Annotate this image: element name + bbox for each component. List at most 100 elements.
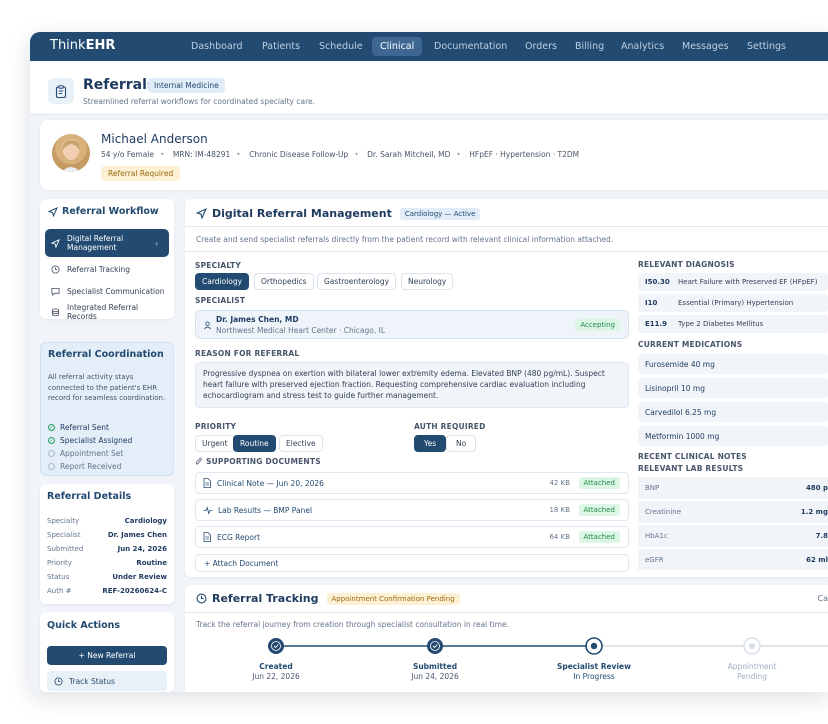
separator-dot: • [456,150,461,159]
divider [185,612,828,613]
document-status-badge: Attached [578,531,620,543]
referral-tracking-card: Referral Tracking Appointment Confirmati… [185,585,828,692]
patient-provider: Dr. Sarah Mitchell, MD [367,150,451,159]
workflow-title: Referral Workflow [62,206,159,217]
document-row[interactable]: Lab Results — BMP Panel 18 KB Attached [195,499,629,521]
priority-option-urgent[interactable]: Urgent [195,435,235,452]
nav-documentation[interactable]: Documentation [426,37,515,56]
document-status-badge: Attached [578,477,620,489]
app-window: ThinkEHR Dashboard Patients Schedule Cli… [30,32,828,692]
diagnosis-row: I10 Essential (Primary) Hypertension [638,294,828,312]
workflow-item-integrated-records[interactable]: Integrated Referral Records [45,303,169,321]
priority-option-elective[interactable]: Elective [279,435,323,452]
medication-row: Metformin 1000 mg [638,426,828,446]
specialist-location: Northwest Medical Heart Center · Chicago… [216,326,386,335]
timeline-step-created: Created Jun 22, 2026 [252,662,300,681]
detail-row: Status Under Review [47,573,167,581]
patient-meta: 54 y/o Female • MRN: IM-48291 • Chronic Di… [101,150,585,159]
detail-row: Specialist Dr. James Chen [47,531,167,539]
nav-orders[interactable]: Orders [517,37,565,56]
specialty-option-gastroenterology[interactable]: Gastroenterology [317,273,397,290]
empty-circle-icon [48,463,55,470]
workflow-item-label: Integrated Referral Records [67,303,139,321]
clock-icon [54,676,63,686]
specialty-label: SPECIALTY [195,261,242,270]
workflow-item-referral-tracking[interactable]: Referral Tracking [45,262,169,276]
lab-row: HbA1c 7.8 [638,525,828,548]
patient-banner: Michael Anderson 54 y/o Female • MRN: IM-… [40,120,828,190]
nav-messages[interactable]: Messages [674,37,737,56]
send-icon [48,206,58,217]
send-icon [51,238,60,248]
divider [185,226,828,227]
main-description: Create and send specialist referrals dir… [196,235,614,244]
lab-row: BNP 480 p [638,477,828,500]
specialty-option-cardiology[interactable]: Cardiology [195,273,250,290]
detail-row: Submitted Jun 24, 2026 [47,545,167,553]
nav-clinical[interactable]: Clinical [372,37,423,56]
clipboard-icon [48,78,74,104]
nav-patients[interactable]: Patients [254,37,308,56]
quick-actions-card: Quick Actions + New Referral Track Statu… [40,612,174,692]
specialist-card[interactable]: Dr. James Chen, MD Northwest Medical Hea… [195,310,629,339]
nav-settings[interactable]: Settings [739,37,794,56]
priority-option-routine[interactable]: Routine [233,435,276,452]
chat-icon [51,287,60,296]
document-size: 64 KB [549,533,570,541]
specialist-status-badge: Accepting [575,319,620,331]
specialty-option-neurology[interactable]: Neurology [401,273,454,290]
check-circle-icon: ✓ [48,437,55,444]
paperclip-icon [195,457,202,465]
reason-textarea[interactable]: Progressive dyspnea on exertion with bil… [195,362,629,408]
clock-icon [196,593,207,604]
divider [185,251,828,252]
brand-logo[interactable]: ThinkEHR [50,38,115,53]
separator-dot: • [159,150,165,159]
tracking-title: Referral Tracking [212,592,319,605]
diagnosis-row: I50.30 Heart Failure with Preserved EF (H… [638,273,828,291]
nav-schedule[interactable]: Schedule [311,37,371,56]
top-navbar: ThinkEHR Dashboard Patients Schedule Cli… [30,32,828,61]
lab-row: eGFR 62 ml [638,549,828,571]
tracking-right-link[interactable]: Ca [818,594,828,603]
document-size: 42 KB [549,479,570,487]
quick-actions-title: Quick Actions [47,620,121,631]
clock-icon [51,264,60,274]
timeline-step-submitted: Submitted Jun 24, 2026 [411,662,459,681]
workflow-item-label: Digital Referral Management [67,234,124,252]
track-status-button[interactable]: Track Status [47,671,167,691]
detail-row: Priority Routine [47,559,167,567]
check-specialist-assigned: ✓ Specialist Assigned [48,436,133,445]
lab-row: Creatinine 1.2 mg [638,501,828,524]
coordination-title: Referral Coordination [48,349,164,360]
separator-dot: • [236,150,241,159]
specialty-option-orthopedics[interactable]: Orthopedics [254,273,314,290]
page-header: Referrals Internal Medicine Streamlined … [30,61,828,115]
diagnosis-label: RELEVANT DIAGNOSIS [638,260,735,269]
coordination-card: Referral Coordination All referral activ… [40,342,174,476]
new-referral-button[interactable]: + New Referral [47,646,167,665]
specialist-name: Dr. James Chen, MD [216,315,299,324]
document-row[interactable]: ECG Report 64 KB Attached [195,526,629,548]
document-icon [203,478,211,488]
nav-billing[interactable]: Billing [567,37,612,56]
coordination-text: All referral activity stays connected to… [48,373,166,402]
specialty-active-badge: Cardiology — Active [399,207,481,220]
empty-circle-icon [48,450,55,457]
auth-option-yes[interactable]: Yes [414,435,447,452]
medication-row: Furosemide 40 mg [638,354,828,374]
main-header: Digital Referral Management Cardiology —… [196,207,481,220]
tracking-timeline [268,637,828,655]
pulse-icon [203,505,213,515]
workflow-item-specialist-communication[interactable]: Specialist Communication [45,284,169,298]
nav-dashboard[interactable]: Dashboard [183,37,251,56]
nav-analytics[interactable]: Analytics [613,37,672,56]
attach-document-button[interactable]: + Attach Document [195,554,629,572]
step-marker-submitted [427,638,443,654]
workflow-item-digital-referral[interactable]: Digital Referral Management › [45,229,169,257]
docs-header: SUPPORTING DOCUMENTS [195,457,321,466]
chevron-right-icon: › [155,238,159,248]
page-title: Referrals [83,77,156,93]
document-row[interactable]: Clinical Note — Jun 20, 2026 42 KB Attac… [195,472,629,494]
auth-option-no[interactable]: No [446,435,477,452]
